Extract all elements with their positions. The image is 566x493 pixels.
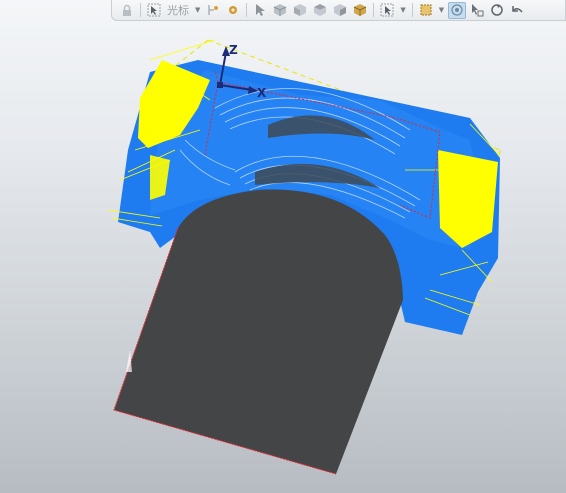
filter-select-icon[interactable]	[378, 2, 396, 19]
chevron-down-icon[interactable]: ▼	[400, 6, 405, 14]
graphics-viewport[interactable]: Z X	[0, 0, 566, 493]
triad-z-label: Z	[229, 43, 238, 57]
gear-icon[interactable]	[224, 2, 242, 19]
chevron-down-icon[interactable]: ▼	[195, 6, 200, 14]
view-cube-side-icon[interactable]	[331, 2, 349, 19]
lock-icon[interactable]	[118, 2, 136, 19]
view-cube-iso-icon[interactable]	[351, 2, 369, 19]
view-cube-icon[interactable]	[271, 2, 289, 19]
toolbar-separator	[411, 3, 413, 17]
undo-icon[interactable]	[508, 2, 526, 19]
transform-select-icon[interactable]	[468, 2, 486, 19]
selection-toolbar: 光标 ▼ ▼ ▼	[111, 0, 566, 21]
select-cursor-icon[interactable]	[145, 2, 163, 19]
triad-x-label: X	[257, 86, 267, 100]
eye-icon[interactable]	[448, 1, 467, 19]
pointer-icon[interactable]	[251, 2, 269, 19]
snap-icon[interactable]	[204, 2, 222, 19]
selection-mode-label[interactable]: 光标	[167, 2, 189, 18]
view-cube-top-icon[interactable]	[311, 2, 329, 19]
rotate-icon[interactable]	[488, 2, 506, 19]
view-cube-front-icon[interactable]	[291, 2, 309, 19]
chevron-down-icon[interactable]: ▼	[439, 6, 444, 14]
toolbar-separator	[140, 3, 141, 17]
box-select-icon[interactable]	[417, 2, 435, 19]
toolbar-separator	[373, 3, 375, 17]
toolbar-separator	[246, 3, 248, 17]
